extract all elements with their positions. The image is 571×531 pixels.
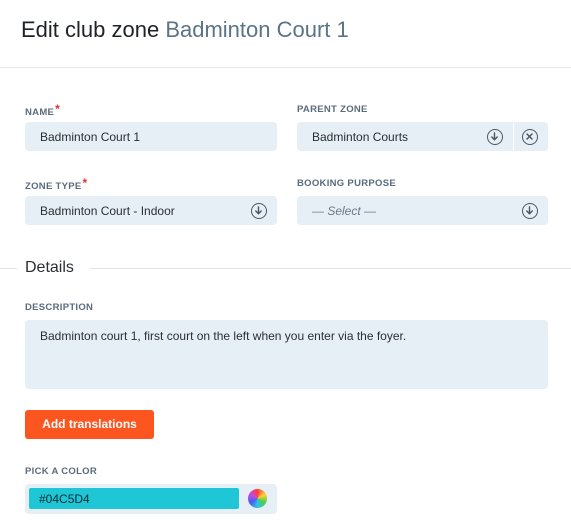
page-title-prefix: Edit club zone [21,17,160,42]
field-divider [513,122,514,152]
parent-zone-select[interactable]: Badminton Courts [297,122,548,151]
section-divider [90,268,571,269]
booking-purpose-select[interactable]: — Select — [297,196,548,225]
zone-type-select[interactable]: Badminton Court - Indoor [25,196,277,225]
name-input-value: Badminton Court 1 [40,130,141,144]
details-section-title: Details [25,259,84,277]
booking-purpose-label: BOOKING PURPOSE [297,178,396,189]
pick-color-label: PICK A COLOR [25,466,98,477]
chevron-down-circle-icon[interactable] [487,129,503,145]
parent-zone-value: Badminton Courts [312,130,409,144]
description-label: DESCRIPTION [25,302,94,313]
parent-zone-label: PARENT ZONE [297,104,368,115]
color-picker[interactable]: #04C5D4 [25,484,277,514]
description-textarea[interactable]: Badminton court 1, first court on the le… [25,320,548,389]
zone-type-label: ZONE TYPE* [25,176,88,192]
color-hex-value: #04C5D4 [39,492,90,506]
zone-type-value: Badminton Court - Indoor [40,204,175,218]
required-mark: * [55,102,61,116]
color-swatch[interactable]: #04C5D4 [29,488,239,509]
booking-purpose-placeholder: — Select — [312,204,377,218]
chevron-down-circle-icon[interactable] [251,203,267,219]
color-wheel-icon[interactable] [248,489,267,508]
clear-circle-icon[interactable] [522,129,538,145]
name-label: NAME* [25,102,61,118]
add-translations-button[interactable]: Add translations [25,410,154,439]
page-title-zone-name: Badminton Court 1 [165,17,349,42]
page-title: Edit club zone Badminton Court 1 [21,17,349,43]
chevron-down-circle-icon[interactable] [522,203,538,219]
page-header: Edit club zone Badminton Court 1 [0,0,571,68]
required-mark: * [82,176,88,190]
name-input[interactable]: Badminton Court 1 [25,122,277,151]
section-divider [0,268,17,269]
description-value: Badminton court 1, first court on the le… [40,329,407,343]
